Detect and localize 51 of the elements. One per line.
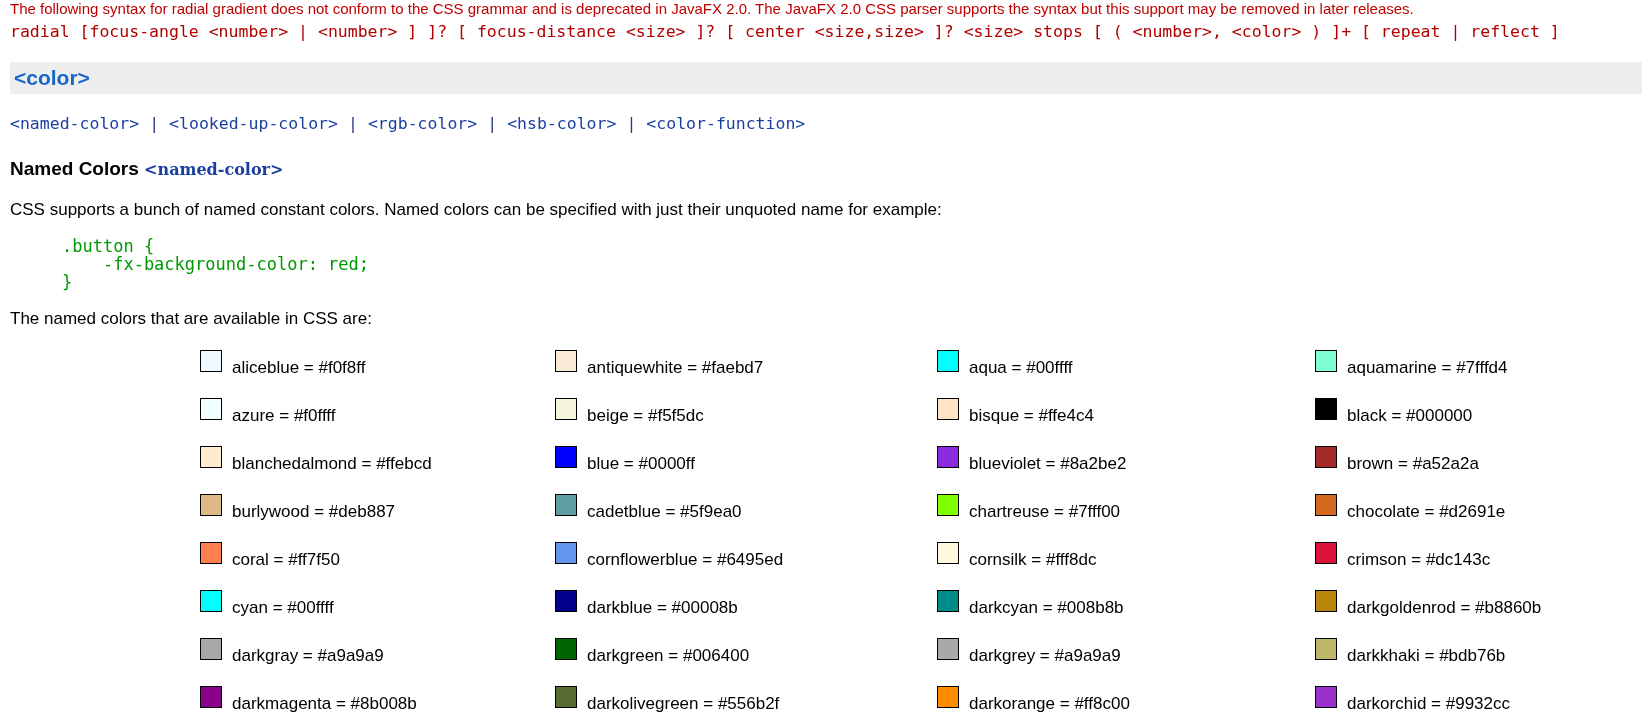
color-label: cornflowerblue = #6495ed xyxy=(587,550,784,570)
color-label: darkgrey = #a9a9a9 xyxy=(969,646,1121,666)
section-title: <color> xyxy=(14,66,90,90)
code-line: .button { xyxy=(62,237,156,255)
color-label: azure = #f0ffff xyxy=(232,406,336,426)
color-label: aquamarine = #7fffd4 xyxy=(1347,358,1508,378)
type-link[interactable]: <named-color> xyxy=(10,114,140,134)
type-link[interactable]: <color-function> xyxy=(646,114,806,134)
color-label: blueviolet = #8a2be2 xyxy=(969,454,1127,474)
color-label: darkblue = #00008b xyxy=(587,598,738,618)
color-label: darkmagenta = #8b008b xyxy=(232,694,417,714)
color-label: chartreuse = #7fff00 xyxy=(969,502,1121,522)
color-label: cyan = #00ffff xyxy=(232,598,334,618)
color-label: blue = #0000ff xyxy=(587,454,695,474)
type-link[interactable]: <looked-up-color> xyxy=(169,114,338,134)
type-link[interactable]: <named-color> xyxy=(144,160,284,179)
color-label: blanchedalmond = #ffebcd xyxy=(232,454,432,474)
separator-text: | xyxy=(149,114,160,134)
color-label: darkcyan = #008b8b xyxy=(969,598,1124,618)
separator-text: | xyxy=(487,114,498,134)
code-line: -fx-background-color: red; xyxy=(101,255,371,273)
code-line: } xyxy=(62,273,74,291)
color-label: chocolate = #d2691e xyxy=(1347,502,1506,522)
color-label: aliceblue = #f0f8ff xyxy=(232,358,366,378)
color-label: crimson = #dc143c xyxy=(1347,550,1491,570)
color-label: aqua = #00ffff xyxy=(969,358,1073,378)
subheading: Named Colors xyxy=(10,158,139,179)
color-label: cornsilk = #fff8dc xyxy=(969,550,1097,570)
color-label: darkkhaki = #bdb76b xyxy=(1347,646,1506,666)
color-label: darkolivegreen = #556b2f xyxy=(587,694,780,714)
syntax-code: radial [focus-angle <number> | <number> ] ]? [ focus-distance <size> ]? [ center <size,size> ]? <size> stops [ ( <number>, <color> ) ]+ [ repeat | reflect ] xyxy=(10,22,1561,42)
separator-text: | xyxy=(347,114,358,134)
deprecation-note: The following syntax for radial gradient does not conform to the CSS grammar and is deprecated in JavaFX 2.0. The JavaFX 2.0 CSS parser supports the syntax but this support may be removed in later releases. xyxy=(10,0,1415,18)
color-label: darkgray = #a9a9a9 xyxy=(232,646,384,666)
type-link[interactable]: <rgb-color> xyxy=(367,114,478,134)
list-intro: The named colors that are available in CSS are: xyxy=(10,309,373,329)
color-label: antiquewhite = #faebd7 xyxy=(587,358,764,378)
color-label: darkgreen = #006400 xyxy=(587,646,750,666)
color-label: beige = #f5f5dc xyxy=(587,406,704,426)
type-link[interactable]: <hsb-color> xyxy=(507,114,617,134)
color-label: darkorange = #ff8c00 xyxy=(969,694,1130,714)
color-label: black = #000000 xyxy=(1347,406,1473,426)
color-label: darkgoldenrod = #b8860b xyxy=(1347,598,1542,618)
color-label: bisque = #ffe4c4 xyxy=(969,406,1094,426)
color-label: coral = #ff7f50 xyxy=(232,550,340,570)
intro-paragraph: CSS supports a bunch of named constant colors. Named colors can be specified with just their unquoted name for example: xyxy=(10,200,943,220)
separator-text: | xyxy=(626,114,637,134)
color-label: darkorchid = #9932cc xyxy=(1347,694,1511,714)
color-label: brown = #a52a2a xyxy=(1347,454,1479,474)
color-label: burlywood = #deb887 xyxy=(232,502,396,522)
color-label: cadetblue = #5f9ea0 xyxy=(587,502,742,522)
